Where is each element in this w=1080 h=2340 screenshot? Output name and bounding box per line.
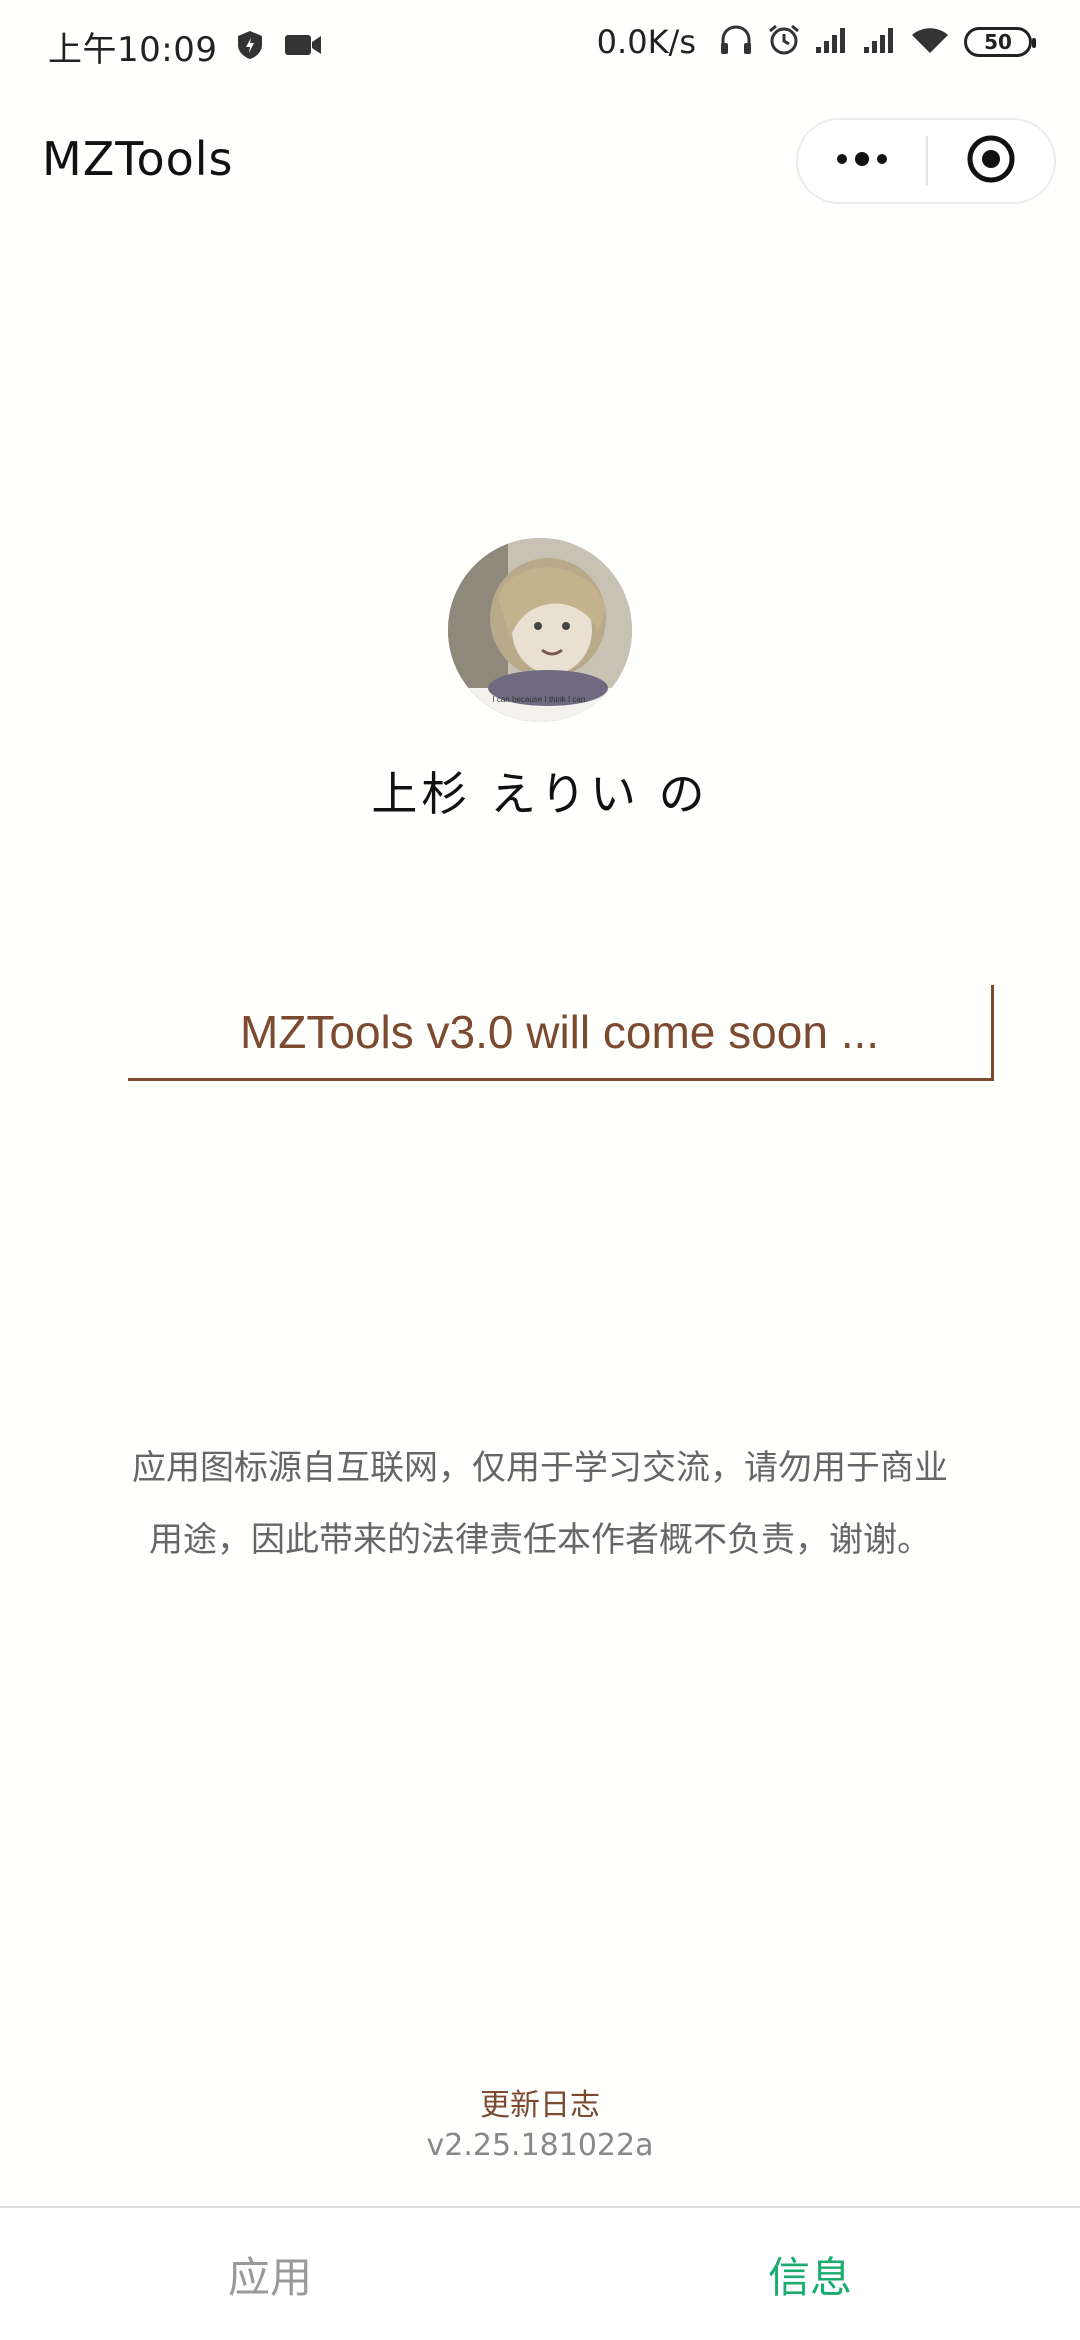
tab-info[interactable]: 信息	[540, 2208, 1080, 2340]
avatar-caption: I can because I think I can.	[492, 695, 587, 704]
disclaimer-line: 应用图标源自互联网，仅用于学习交流，请勿用于商业	[132, 1448, 948, 1488]
shield-icon	[235, 29, 265, 65]
status-right: 0.0K/s 50	[596, 22, 1036, 62]
alarm-icon	[766, 22, 802, 62]
target-close-icon	[965, 133, 1017, 189]
avatar[interactable]: I can because I think I can.	[448, 538, 632, 722]
notice-banner: MZTools v3.0 will come soon ...	[128, 985, 994, 1081]
status-left: 上午10:09	[48, 22, 323, 71]
disclaimer: 应用图标源自互联网，仅用于学习交流，请勿用于商业 用途，因此带来的法律责任本作者…	[100, 1432, 980, 1576]
more-dots-icon	[832, 149, 892, 173]
version-label: v2.25.181022a	[426, 2128, 654, 2163]
wifi-icon	[910, 25, 950, 59]
changelog-link[interactable]: 更新日志	[0, 2080, 1080, 2124]
signal-icon	[862, 25, 898, 59]
video-icon	[283, 31, 323, 63]
status-bar: 上午10:09 0.0K/s 50	[0, 0, 1080, 90]
screen: 上午10:09 0.0K/s 50 MZTools I can because …	[0, 0, 1080, 2340]
close-button[interactable]	[928, 120, 1054, 202]
miniprogram-capsule	[796, 118, 1056, 204]
net-speed: 0.0K/s	[596, 23, 696, 61]
tab-bar: 应用 信息	[0, 2206, 1080, 2340]
nav-title: MZTools	[42, 132, 234, 186]
headphones-icon	[718, 23, 754, 61]
more-button[interactable]	[798, 120, 926, 202]
profile-name: 上杉 えりい の	[371, 767, 709, 821]
notice-text: MZTools v3.0 will come soon ...	[239, 1005, 880, 1058]
battery-icon: 50	[964, 27, 1036, 57]
tab-apps[interactable]: 应用	[0, 2208, 540, 2340]
status-time: 上午10:09	[48, 30, 218, 70]
battery-level: 50	[984, 30, 1012, 54]
disclaimer-line: 用途，因此带来的法律责任本作者概不负责，谢谢。	[149, 1520, 931, 1560]
signal-icon	[814, 25, 850, 59]
